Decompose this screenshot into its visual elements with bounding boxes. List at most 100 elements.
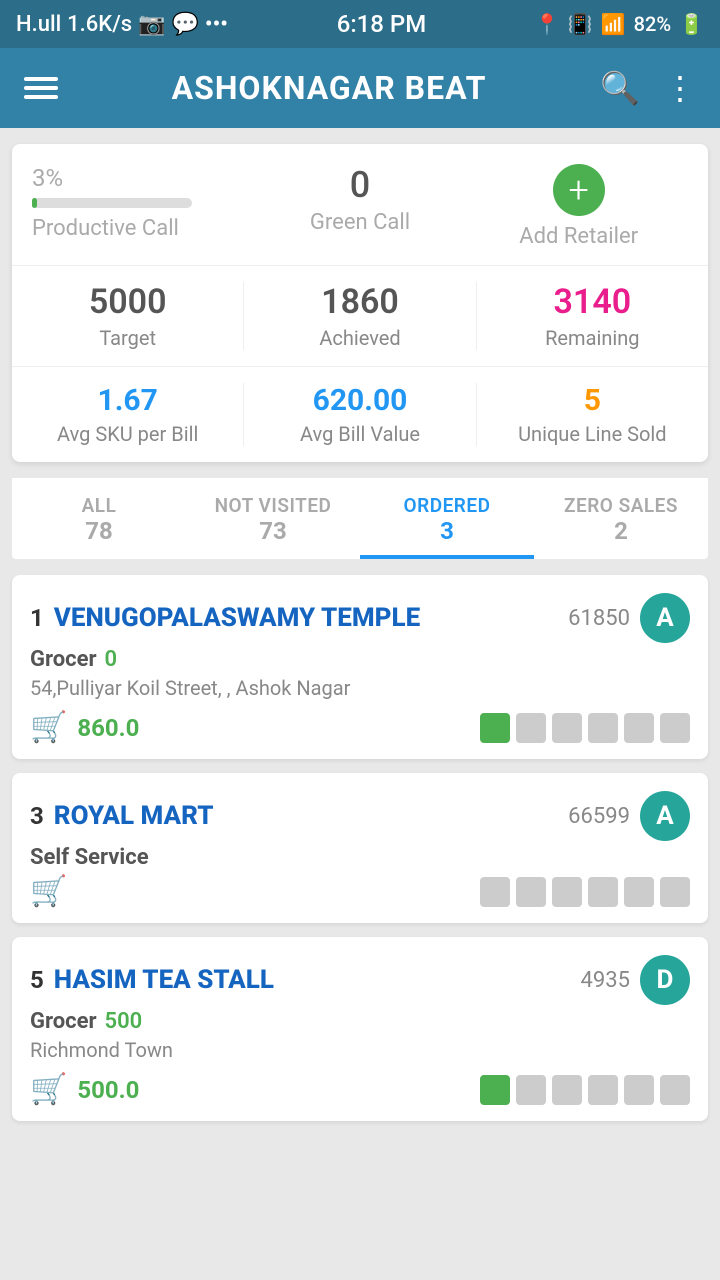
retailer-number: 5 xyxy=(30,966,44,994)
retailer-footer: 🛒 500.0 xyxy=(30,1072,690,1107)
target-label: Target xyxy=(99,326,156,350)
status-dot xyxy=(552,1075,582,1105)
tab-zero-sales[interactable]: ZERO SALES 2 xyxy=(534,478,708,559)
cart-row: 🛒 xyxy=(30,874,67,909)
retailer-name: VENUGOPALASWAMY TEMPLE xyxy=(54,603,420,633)
productive-call-pct: 3% xyxy=(32,164,63,192)
retailer-type: Self Service xyxy=(30,845,149,870)
cart-icon: 🛒 xyxy=(30,710,67,745)
avg-sku-value: 1.67 xyxy=(97,383,157,418)
retailer-avatar: A xyxy=(640,791,690,841)
retailer-number: 1 xyxy=(30,604,44,632)
retailer-sub-row: Self Service xyxy=(30,845,690,870)
status-bar: H.ull 1.6K/s 📷 💬 ••• 6:18 PM 📍 📳 📶 82% 🔋 xyxy=(0,0,720,48)
stats-numbers-row: 5000 Target 1860 Achieved 3140 Remaining xyxy=(12,266,708,367)
status-dot xyxy=(516,877,546,907)
avg-sku-label: Avg SKU per Bill xyxy=(57,422,198,446)
retailer-id: 4935 xyxy=(581,968,630,993)
chat-icon: 💬 xyxy=(172,12,199,37)
green-call-label: Green Call xyxy=(310,210,410,235)
status-dot xyxy=(660,1075,690,1105)
add-retailer-button[interactable]: + Add Retailer xyxy=(469,164,688,249)
retailer-avatar: D xyxy=(640,955,690,1005)
retailer-footer: 🛒 860.0 xyxy=(30,710,690,745)
status-dot xyxy=(516,713,546,743)
retailer-header: 5 Hasim Tea Stall 4935 D xyxy=(30,955,690,1005)
add-retailer-label: Add Retailer xyxy=(519,224,638,249)
retailer-count-badge: 0 xyxy=(105,647,118,672)
achieved-value: 1860 xyxy=(321,282,399,322)
tab-all[interactable]: ALL 78 xyxy=(12,478,186,559)
stats-card: 3% Productive Call 0 Green Call + Add Re… xyxy=(12,144,708,462)
tab-count: 2 xyxy=(614,517,628,545)
retailer-number: 3 xyxy=(30,802,44,830)
productive-call-label: Productive Call xyxy=(32,216,179,241)
status-dot xyxy=(552,713,582,743)
status-left: H.ull 1.6K/s 📷 💬 ••• xyxy=(16,12,228,37)
cart-value: 500.0 xyxy=(77,1076,139,1104)
status-dot xyxy=(480,877,510,907)
tabs-row: ALL 78 NOT VISITED 73 ORDERED 3 ZERO SAL… xyxy=(12,478,708,559)
tab-not-visited[interactable]: NOT VISITED 73 xyxy=(186,478,360,559)
retailer-list: 1 VENUGOPALASWAMY TEMPLE 61850 A Grocer … xyxy=(12,575,708,1121)
retailer-card[interactable]: 3 ROYAL MART 66599 A Self Service 🛒 xyxy=(12,773,708,923)
retailer-header: 3 ROYAL MART 66599 A xyxy=(30,791,690,841)
battery-icon: 🔋 xyxy=(679,12,704,36)
stats-top-row: 3% Productive Call 0 Green Call + Add Re… xyxy=(12,164,708,266)
location-icon: 📍 xyxy=(535,12,560,36)
search-icon[interactable]: 🔍 xyxy=(600,69,640,107)
tab-label: ALL xyxy=(82,494,117,517)
cart-value: 860.0 xyxy=(77,714,139,742)
cart-icon: 🛒 xyxy=(30,874,67,909)
tab-label: ZERO SALES xyxy=(564,494,678,517)
cart-row: 🛒 860.0 xyxy=(30,710,139,745)
retailer-footer: 🛒 xyxy=(30,874,690,909)
status-dot xyxy=(624,877,654,907)
productive-call-fill xyxy=(32,198,37,208)
retailer-name-row: 1 VENUGOPALASWAMY TEMPLE xyxy=(30,603,568,633)
cart-row: 🛒 500.0 xyxy=(30,1072,139,1107)
remaining-label: Remaining xyxy=(545,326,639,350)
more-options-icon[interactable]: ⋮ xyxy=(664,69,696,107)
avg-bill-value: 620.00 xyxy=(313,383,408,418)
retailer-type: Grocer xyxy=(30,647,97,672)
retailer-name-row: 3 ROYAL MART xyxy=(30,801,568,831)
green-call-value: 0 xyxy=(350,164,370,206)
retailer-id: 61850 xyxy=(568,606,630,631)
retailer-count-badge: 500 xyxy=(105,1009,143,1034)
tab-label: ORDERED xyxy=(404,494,491,517)
status-dot xyxy=(624,713,654,743)
cart-icon: 🛒 xyxy=(30,1072,67,1107)
retailer-name: Hasim Tea Stall xyxy=(54,965,274,995)
menu-button[interactable] xyxy=(24,77,58,99)
retailer-sub-row: Grocer 500 xyxy=(30,1009,690,1034)
signal-icon: H.ull xyxy=(16,12,61,37)
tab-label: NOT VISITED xyxy=(215,494,332,517)
status-dot xyxy=(660,713,690,743)
status-dot xyxy=(480,713,510,743)
productive-call-progress-bar xyxy=(32,198,192,208)
retailer-avatar: A xyxy=(640,593,690,643)
productive-call-section: 3% Productive Call xyxy=(32,164,251,241)
status-time: 6:18 PM xyxy=(337,10,427,38)
tab-ordered[interactable]: ORDERED 3 xyxy=(360,478,534,559)
retailer-card[interactable]: 5 Hasim Tea Stall 4935 D Grocer 500 Rich… xyxy=(12,937,708,1121)
achieved-label: Achieved xyxy=(319,326,400,350)
retailer-address: Richmond Town xyxy=(30,1038,690,1062)
tab-count: 73 xyxy=(259,517,287,545)
avg-sku-cell: 1.67 Avg SKU per Bill xyxy=(12,383,244,446)
status-right: 📍 📳 📶 82% 🔋 xyxy=(535,12,704,36)
green-call-section: 0 Green Call xyxy=(251,164,470,235)
add-retailer-icon: + xyxy=(553,164,605,216)
page-title: ASHOKNAGAR BEAT xyxy=(172,69,487,107)
status-dot xyxy=(552,877,582,907)
retailer-card[interactable]: 1 VENUGOPALASWAMY TEMPLE 61850 A Grocer … xyxy=(12,575,708,759)
unique-line-cell: 5 Unique Line Sold xyxy=(477,383,708,446)
status-dots xyxy=(480,1075,690,1105)
vibrate-icon: 📳 xyxy=(568,12,593,36)
retailer-name: ROYAL MART xyxy=(54,801,214,831)
status-dot xyxy=(516,1075,546,1105)
retailer-header: 1 VENUGOPALASWAMY TEMPLE 61850 A xyxy=(30,593,690,643)
target-cell: 5000 Target xyxy=(12,282,244,350)
retailer-type: Grocer xyxy=(30,1009,97,1034)
